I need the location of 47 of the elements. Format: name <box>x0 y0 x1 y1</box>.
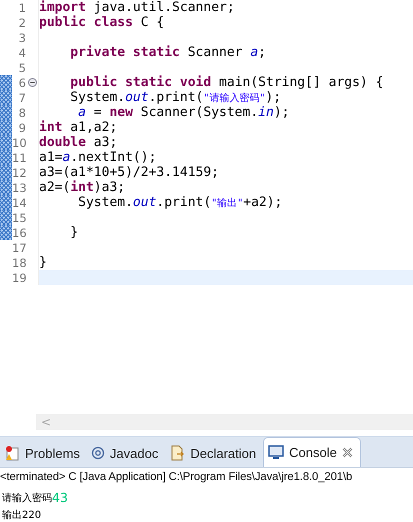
view-tab[interactable]: Javadoc <box>86 439 166 467</box>
line-number: 9 <box>18 120 26 134</box>
close-icon[interactable] <box>342 447 353 458</box>
code-line: a1=a.nextInt(); <box>39 150 158 165</box>
console-status: <terminated> C [Java Application] C:\Program Files\Java\jre1.8.0_201\b <box>0 467 413 486</box>
output-text: 请输入密码 <box>2 492 52 505</box>
line-number: 12 <box>12 166 27 180</box>
code-line: a3=(a1*10+5)/2+3.14159; <box>39 165 220 180</box>
line-number: 8 <box>18 106 26 120</box>
line-number: 5 <box>18 60 26 74</box>
code-line: private static Scanner a; <box>69 45 267 60</box>
code-line: public static void main(String[] args) { <box>69 75 384 90</box>
line-number: 14 <box>12 196 27 210</box>
line-number: 1 <box>18 0 26 14</box>
code-line: double a3; <box>39 135 118 150</box>
code-line: int a1,a2; <box>39 120 118 135</box>
line-number: 2 <box>18 16 26 30</box>
output-text: 输出220 <box>2 508 42 522</box>
code-line: } <box>39 255 48 270</box>
line-number: 16 <box>12 226 27 240</box>
line-number: 6 <box>18 76 26 90</box>
line-number: 3 <box>18 30 26 44</box>
code-line: a2=(int)a3; <box>39 180 126 195</box>
code-line: a = new Scanner(System.in); <box>77 105 290 120</box>
code-line: } <box>69 225 80 240</box>
code-line: System.out.print("请输入密码"); <box>69 90 282 105</box>
collapse-icon[interactable] <box>28 78 36 87</box>
console-icon <box>268 445 284 460</box>
view-tab[interactable]: Problems <box>0 439 87 467</box>
code-line: System.out.print("输出"+a2); <box>77 195 284 210</box>
line-number: 11 <box>12 150 27 164</box>
view-tab[interactable]: Console <box>263 437 361 467</box>
line-number: 13 <box>12 180 27 194</box>
line-number: 10 <box>12 136 27 150</box>
line-number: 7 <box>18 90 26 104</box>
code-line: import java.util.Scanner; <box>39 0 236 15</box>
line-number: 4 <box>18 46 26 60</box>
line-number: 18 <box>12 256 27 270</box>
line-number: 19 <box>12 270 27 284</box>
line-number: 17 <box>12 240 27 254</box>
view-tab[interactable]: Declaration <box>165 439 264 467</box>
declaration-icon <box>169 445 186 461</box>
typed-input-text: 43 <box>52 490 68 505</box>
at-icon <box>90 446 105 460</box>
code-line: public class C { <box>39 15 166 30</box>
line-number: 15 <box>12 210 27 224</box>
problems-icon <box>4 445 20 461</box>
